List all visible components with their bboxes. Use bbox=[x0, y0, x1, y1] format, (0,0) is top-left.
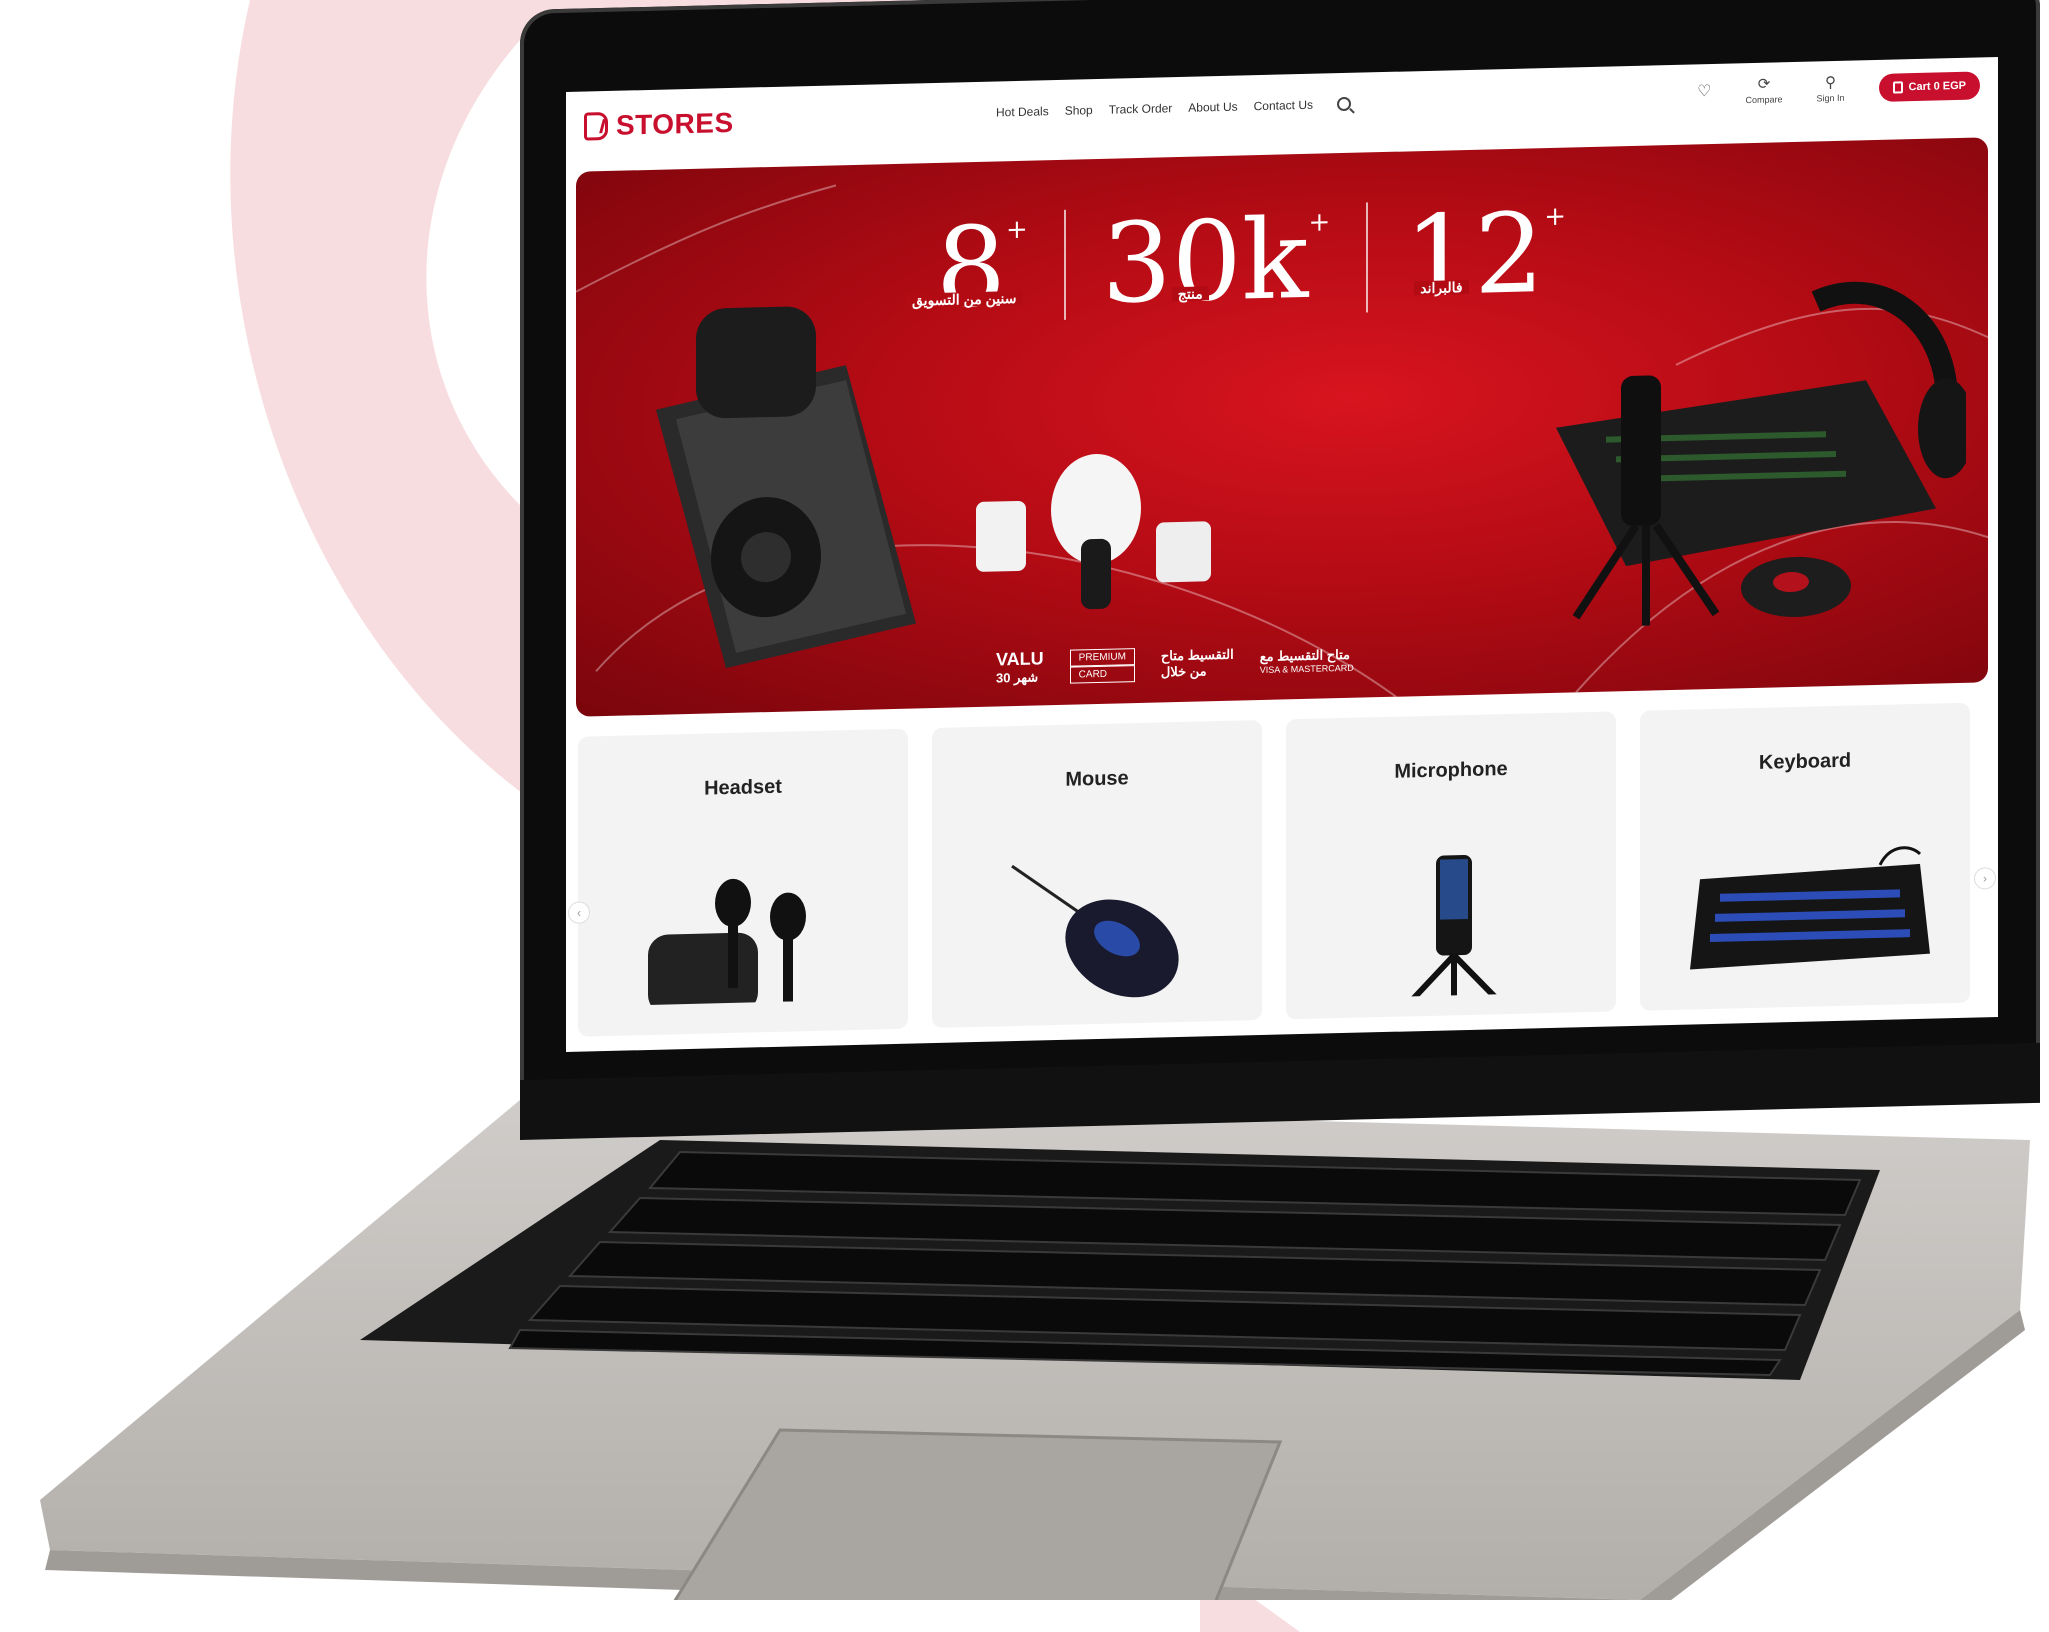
main-nav: Hot Deals Shop Track Order About Us Cont… bbox=[996, 96, 1351, 119]
carousel-next-button[interactable]: › bbox=[1974, 867, 1996, 890]
valu-block: VALU 30 شهر bbox=[996, 648, 1044, 686]
signin-button[interactable]: ⚲ Sign In bbox=[1816, 73, 1845, 104]
logo[interactable]: STORES bbox=[584, 107, 734, 143]
hero-banner[interactable]: 8+ سنين من التسويق 30k+ منتج 12+ فالبران… bbox=[576, 137, 1988, 717]
user-icon: ⚲ bbox=[1825, 73, 1837, 92]
premium-card-block: PREMIUM CARD bbox=[1069, 647, 1135, 684]
installment-block: التقسيط متاح من خلال bbox=[1161, 646, 1234, 680]
cart-button[interactable]: Cart 0 EGP bbox=[1878, 71, 1980, 102]
microphone-image bbox=[1403, 855, 1505, 998]
keyboard-image bbox=[1690, 846, 1930, 970]
nav-contact-us[interactable]: Contact Us bbox=[1254, 98, 1313, 113]
category-card-keyboard[interactable]: Keyboard bbox=[1640, 702, 1970, 1011]
stat-divider bbox=[1063, 209, 1066, 320]
laptop-base bbox=[40, 1100, 2030, 1600]
compare-label: Compare bbox=[1745, 94, 1783, 106]
mastercard-text: متاح التقسيط مع bbox=[1259, 646, 1350, 664]
search-icon[interactable] bbox=[1337, 96, 1351, 112]
laptop-screen: STORES Hot Deals Shop Track Order About … bbox=[566, 57, 1998, 1052]
compare-icon: ⟳ bbox=[1757, 75, 1771, 93]
logo-text: STORES bbox=[616, 106, 734, 141]
accessories-image bbox=[976, 454, 1211, 610]
card-label: CARD bbox=[1069, 664, 1135, 684]
powerbank-image bbox=[656, 306, 916, 669]
mastercard-block: متاح التقسيط مع VISA & MASTERCARD bbox=[1260, 646, 1354, 674]
category-title: Mouse bbox=[1065, 767, 1129, 791]
logo-icon bbox=[584, 111, 608, 141]
installment-text: التقسيط متاح bbox=[1160, 646, 1234, 663]
category-carousel: Headset Mouse Microphone Keyboard bbox=[578, 702, 1986, 1037]
mouse-image bbox=[1011, 864, 1179, 998]
cart-label: Cart 0 EGP bbox=[1908, 79, 1966, 94]
valu-sub: 30 شهر bbox=[996, 669, 1039, 686]
hero-stats: 8+ سنين من التسويق 30k+ منتج 12+ فالبران… bbox=[906, 189, 1566, 332]
category-card-headset[interactable]: Headset bbox=[578, 728, 908, 1037]
stat-divider bbox=[1366, 202, 1369, 313]
nav-about-us[interactable]: About Us bbox=[1188, 100, 1237, 115]
premium-label: PREMIUM bbox=[1069, 647, 1135, 667]
category-title: Microphone bbox=[1394, 757, 1508, 783]
heart-icon: ♡ bbox=[1697, 83, 1712, 101]
stat-products: 30k+ منتج bbox=[1101, 194, 1331, 328]
wishlist-button[interactable]: ♡ bbox=[1697, 83, 1712, 101]
headset-image bbox=[648, 878, 806, 1006]
stat-years-number: 8 bbox=[936, 202, 1006, 332]
category-card-mouse[interactable]: Mouse bbox=[932, 719, 1262, 1029]
nav-track-order[interactable]: Track Order bbox=[1109, 101, 1173, 117]
cart-icon bbox=[1892, 81, 1903, 94]
mastercard-sub: VISA & MASTERCARD bbox=[1259, 662, 1354, 675]
nav-hot-deals[interactable]: Hot Deals bbox=[996, 104, 1049, 119]
compare-button[interactable]: ⟳ Compare bbox=[1745, 75, 1783, 106]
stat-brands-number: 12 bbox=[1404, 189, 1545, 321]
stat-products-caption: منتج bbox=[1171, 285, 1209, 302]
stat-products-number: 30k bbox=[1101, 194, 1309, 328]
stat-years: 8+ سنين من التسويق bbox=[906, 202, 1028, 332]
header-actions: ♡ ⟳ Compare ⚲ Sign In Cart 0 EGP bbox=[1697, 71, 1980, 106]
category-title: Headset bbox=[704, 775, 782, 800]
installment-sub: من خلال bbox=[1160, 662, 1207, 679]
category-card-microphone[interactable]: Microphone bbox=[1286, 711, 1616, 1020]
laptop: STORES Hot Deals Shop Track Order About … bbox=[0, 0, 2049, 1632]
category-title: Keyboard bbox=[1758, 749, 1852, 774]
valu-logo: VALU bbox=[996, 648, 1044, 670]
gaming-gear-image bbox=[1556, 281, 1966, 626]
stat-brands-caption: فالبراند bbox=[1414, 279, 1469, 296]
signin-label: Sign In bbox=[1816, 92, 1845, 104]
nav-shop[interactable]: Shop bbox=[1065, 103, 1093, 118]
